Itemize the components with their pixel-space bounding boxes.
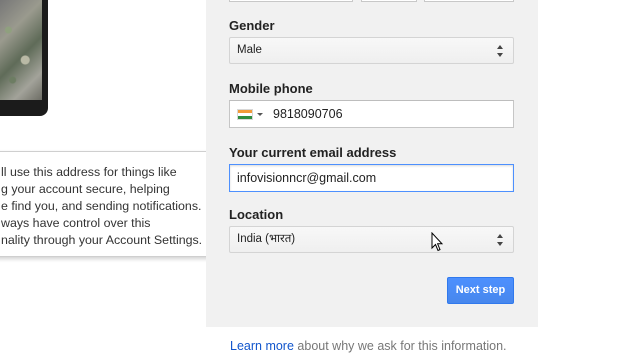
signup-form-panel: Gender Male Mobile phone 9818090706 Your… [206,0,538,327]
birth-year-input[interactable] [424,0,514,2]
learn-more-note: Learn more about why we ask for this inf… [230,339,507,353]
email-label: Your current email address [229,145,397,160]
select-arrows-icon [497,234,505,246]
chevron-down-icon[interactable] [257,113,263,116]
birth-day-input[interactable] [361,0,417,2]
email-info-tooltip: ll use this address for things like g yo… [0,151,214,257]
phone-image [0,0,48,116]
location-label: Location [229,207,284,222]
email-value: infovisionncr@gmail.com [237,171,377,185]
gender-value: Male [237,44,262,56]
gender-select[interactable]: Male [229,37,514,64]
location-select[interactable]: India (भारत) [229,226,514,253]
location-value: India (भारत) [237,233,296,245]
birth-month-select[interactable] [229,0,353,2]
mobile-phone-input[interactable]: 9818090706 [229,100,514,128]
gender-label: Gender [229,18,275,33]
email-input[interactable]: infovisionncr@gmail.com [229,164,514,192]
mouse-cursor-icon [431,232,443,252]
birthday-fields-row [206,0,538,4]
select-arrows-icon [497,45,505,57]
tooltip-text: ll use this address for things like g yo… [1,164,215,249]
tooltip-line: g your account secure, helping [1,182,170,196]
phone-map-screenshot [0,0,42,100]
learn-more-text: about why we ask for this information. [293,339,507,353]
tooltip-line: ways have control over this [1,216,151,230]
tooltip-line: nality through your Account Settings. [1,233,203,247]
learn-more-link[interactable]: Learn more [230,339,294,353]
tooltip-line: ll use this address for things like [1,165,177,179]
next-step-button[interactable]: Next step [447,277,514,304]
tooltip-line: e find you, and sending notifications. [1,199,202,213]
india-flag-icon[interactable] [237,109,253,120]
mobile-phone-value: 9818090706 [273,107,343,121]
mobile-phone-label: Mobile phone [229,81,313,96]
